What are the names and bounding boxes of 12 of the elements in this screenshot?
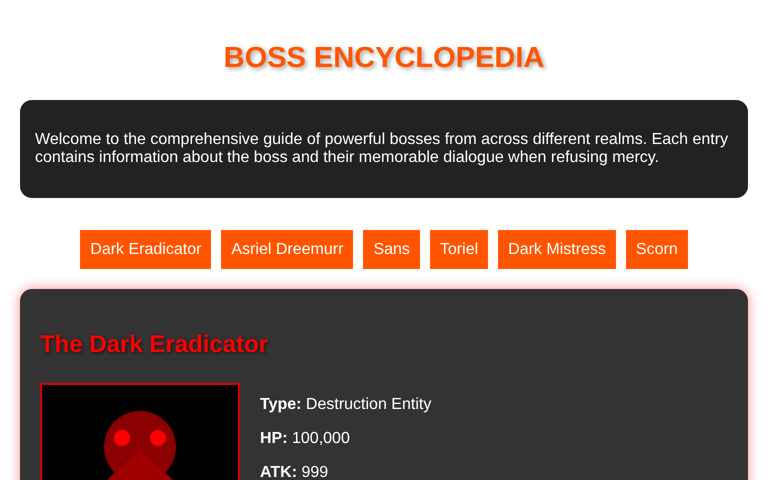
stat-line: Type: Destruction Entity [260,395,432,414]
boss-button[interactable]: Dark Mistress [498,230,616,269]
boss-button[interactable]: Sans [363,230,420,269]
intro-text: Welcome to the comprehensive guide of powerful bosses from across different realms. Each entry contains information about the boss and their memorable dialogue when refusing mercy. [35,131,730,167]
stat-line: ATK: 999 [260,463,330,480]
boss-name: The Dark Eradicator [40,330,268,360]
boss-button[interactable]: Asriel Dreemurr [221,230,354,269]
boss-button[interactable]: Toriel [430,230,488,269]
boss-button[interactable]: Dark Eradicator [80,230,212,269]
stat-line: HP: 100,000 [260,429,351,448]
boss-button[interactable]: Scorn [626,230,688,269]
page-title: BOSS ENCYCLOPEDIA [224,41,544,76]
